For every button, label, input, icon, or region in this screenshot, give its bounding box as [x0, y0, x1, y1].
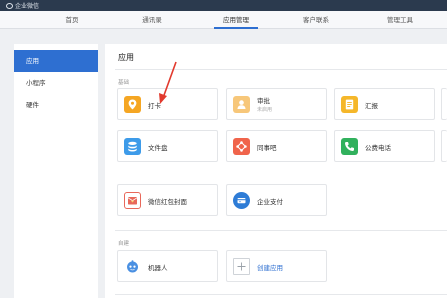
plus-icon [233, 258, 250, 275]
robot-icon [124, 258, 141, 275]
tab-contacts[interactable]: 通讯录 [112, 11, 192, 29]
app-name: 文件盘 [148, 144, 168, 152]
database-disk-icon [124, 138, 141, 155]
report-document-icon [341, 96, 358, 113]
page-title: 应用 [118, 53, 134, 62]
app-card-huibao[interactable]: 汇报 [334, 88, 435, 120]
brand-name: 企业微信 [15, 3, 40, 10]
tab-app-management[interactable]: 应用管理 [196, 11, 276, 29]
app-status: 未启用 [257, 107, 273, 113]
sidebar-item-apps[interactable]: 应用 [14, 50, 98, 72]
section-label-basic: 基础 [118, 80, 130, 86]
red-envelope-icon [124, 192, 141, 209]
app-card-zhifu[interactable]: 企业支付 [226, 184, 327, 216]
app-card-wenjianpan[interactable]: 文件盘 [117, 130, 218, 162]
app-card-shenpi[interactable]: 审批 未启用 [226, 88, 327, 120]
network-nodes-icon [233, 138, 250, 155]
app-card-gongfei[interactable]: 公费电话 [334, 130, 435, 162]
app-name: 机器人 [148, 264, 168, 272]
app-card-daka[interactable]: 打卡 [117, 88, 218, 120]
app-name: 汇报 [365, 102, 378, 110]
tab-customer-contact[interactable]: 客户联系 [276, 11, 356, 29]
main-nav: 首页 通讯录 应用管理 客户联系 管理工具 [0, 11, 447, 29]
approval-user-icon [233, 96, 250, 113]
section-divider [115, 230, 447, 231]
app-name: 打卡 [148, 102, 161, 110]
main-panel: 应用 基础 打卡 审批 未启用 汇报 文件盘 同事吧 公费电话 微信红包封面 企… [105, 44, 447, 298]
phone-icon [341, 138, 358, 155]
top-bar: 企业微信 [0, 0, 447, 11]
tab-management-tools[interactable]: 管理工具 [360, 11, 440, 29]
sidebar: 应用 小程序 硬件 [14, 44, 98, 298]
app-card-partial-2[interactable] [441, 130, 447, 162]
section-label-custom: 自建 [118, 241, 130, 247]
app-card-partial-1[interactable] [441, 88, 447, 120]
create-app-link: 创建应用 [257, 264, 283, 272]
app-name: 同事吧 [257, 144, 277, 152]
sidebar-item-hardware[interactable]: 硬件 [14, 94, 98, 116]
wecom-logo-icon [6, 2, 13, 9]
title-divider [115, 69, 447, 70]
payment-icon [233, 192, 250, 209]
app-card-hongbao[interactable]: 微信红包封面 [117, 184, 218, 216]
app-card-create[interactable]: 创建应用 [226, 250, 327, 282]
app-name: 企业支付 [257, 198, 283, 206]
app-card-tongshiba[interactable]: 同事吧 [226, 130, 327, 162]
tab-home[interactable]: 首页 [32, 11, 112, 29]
app-name: 审批 [257, 97, 270, 105]
location-pin-icon [124, 96, 141, 113]
sidebar-item-mini-programs[interactable]: 小程序 [14, 72, 98, 94]
app-name: 微信红包封面 [148, 198, 187, 206]
brand: 企业微信 [6, 1, 39, 10]
app-card-jiqiren[interactable]: 机器人 [117, 250, 218, 282]
app-name: 公费电话 [365, 144, 391, 152]
bottom-divider [115, 294, 447, 295]
